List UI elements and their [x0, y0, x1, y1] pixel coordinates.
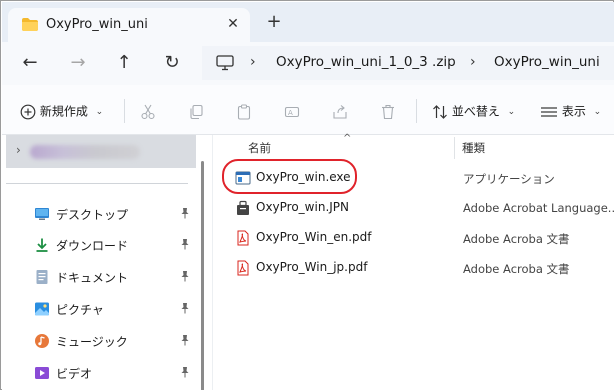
plus-circle-icon: [20, 104, 36, 119]
divider: [124, 99, 125, 123]
sidebar-item-label: デスクトップ: [56, 208, 129, 222]
breadcrumb-folder[interactable]: OxyPro_win_uni: [494, 54, 600, 70]
pin-icon[interactable]: [180, 270, 190, 282]
pin-icon[interactable]: [180, 302, 190, 314]
document-icon: [36, 270, 48, 284]
sort-button[interactable]: 並べ替え ⌄: [432, 101, 515, 121]
copy-icon: [190, 104, 203, 119]
clipboard-icon: [237, 103, 251, 120]
new-button[interactable]: 新規作成 ⌄: [20, 101, 103, 121]
sidebar-item-label: ビデオ: [56, 367, 93, 381]
scissors-icon: [141, 104, 155, 119]
redacted-label: [30, 145, 140, 159]
forward-arrow-icon[interactable]: →: [66, 52, 90, 74]
file-row[interactable]: OxyPro_Win_en.pdf Adobe Acroba 文書: [227, 225, 614, 251]
view-button[interactable]: 表示 ⌄: [540, 101, 601, 121]
divider: [416, 99, 417, 123]
file-type: Adobe Acroba 文書: [463, 232, 570, 246]
file-type: Adobe Acroba 文書: [463, 262, 570, 276]
file-type: アプリケーション: [463, 172, 555, 186]
file-name: OxyPro_Win_jp.pdf: [256, 260, 368, 274]
sidebar-item-videos[interactable]: ビデオ: [34, 362, 194, 386]
pin-icon[interactable]: [180, 207, 190, 219]
file-row[interactable]: OxyPro_Win_jp.pdf Adobe Acroba 文書: [227, 255, 614, 281]
up-arrow-icon[interactable]: ↑: [112, 52, 136, 74]
sort-caret-icon: ^: [343, 133, 352, 144]
file-name: OxyPro_Win_en.pdf: [256, 230, 372, 244]
sort-arrows-icon: [433, 104, 447, 119]
chevron-down-icon: ⌄: [593, 106, 602, 117]
paste-button[interactable]: [236, 101, 252, 121]
annotation-highlight: [222, 159, 357, 194]
file-name: OxyPro_win.JPN: [256, 200, 350, 214]
breadcrumb-separator-icon: ›: [250, 54, 256, 70]
pin-icon[interactable]: [180, 238, 190, 250]
pictures-icon: [35, 302, 49, 316]
sidebar-item-music[interactable]: ミュージック: [34, 330, 194, 354]
download-icon: [36, 238, 48, 252]
folder-icon: [22, 18, 38, 31]
pin-icon[interactable]: [180, 366, 190, 378]
address-bar[interactable]: › OxyPro_win_uni_1_0_3 .zip › OxyPro_win…: [202, 46, 614, 80]
column-header-name[interactable]: 名前: [248, 140, 271, 156]
sidebar-item-label: ピクチャ: [56, 303, 104, 317]
sidebar-item-label: ミュージック: [56, 335, 128, 349]
sidebar-item-desktop[interactable]: デスクトップ: [34, 203, 194, 227]
chevron-right-icon[interactable]: ›: [16, 143, 21, 157]
tab-oxypro[interactable]: OxyPro_win_uni ✕: [8, 8, 250, 43]
new-tab-icon[interactable]: +: [264, 12, 284, 32]
chevron-down-icon: ⌄: [507, 106, 516, 117]
video-icon: [35, 367, 49, 379]
close-tab-icon[interactable]: ✕: [224, 15, 242, 33]
column-divider[interactable]: [454, 137, 455, 159]
pin-icon[interactable]: [180, 334, 190, 346]
sidebar-item-label: ダウンロード: [56, 239, 129, 253]
svg-text:A: A: [288, 109, 293, 117]
cut-button[interactable]: [140, 101, 156, 121]
navigation-scrollbar[interactable]: [201, 161, 204, 390]
share-button[interactable]: [332, 101, 348, 121]
back-arrow-icon[interactable]: ←: [18, 52, 42, 74]
chevron-down-icon: ⌄: [95, 106, 104, 117]
navigation-pane: › デスクトップ ダウンロード ドキュメント ピクチャ ミュージック ビデオ: [2, 135, 212, 390]
desktop-icon: [35, 208, 49, 220]
column-header-type[interactable]: 種類: [462, 140, 485, 156]
sidebar-item-label: ドキュメント: [56, 271, 129, 285]
navigation-bar: ← → ↑ ↻ › OxyPro_win_uni_1_0_3 .zip › Ox…: [2, 42, 614, 85]
pdf-icon: [237, 260, 249, 276]
sidebar-item-redacted[interactable]: ›: [6, 135, 196, 168]
breadcrumb-separator-icon: ›: [470, 54, 476, 70]
sidebar-item-downloads[interactable]: ダウンロード: [34, 234, 194, 258]
tab-title: OxyPro_win_uni: [46, 17, 148, 32]
refresh-icon[interactable]: ↻: [160, 52, 184, 74]
command-bar: 新規作成 ⌄ A 並べ替え ⌄ 表示 ⌄: [2, 85, 614, 135]
pdf-icon: [237, 230, 249, 246]
monitor-icon: [216, 55, 234, 71]
copy-button[interactable]: [188, 101, 204, 121]
breadcrumb-zip[interactable]: OxyPro_win_uni_1_0_3 .zip: [276, 54, 456, 70]
sidebar-item-documents[interactable]: ドキュメント: [34, 266, 194, 290]
tab-bar: OxyPro_win_uni ✕ +: [2, 2, 614, 43]
divider: [6, 183, 188, 184]
explorer-window: OxyPro_win_uni ✕ + ← → ↑ ↻ › OxyPro_win_…: [0, 0, 614, 390]
share-icon: [333, 104, 347, 119]
file-type: Adobe Acrobat Language...: [463, 201, 614, 215]
file-row[interactable]: OxyPro_win.JPN Adobe Acrobat Language...: [227, 195, 614, 221]
trash-icon: [382, 104, 394, 119]
jpn-file-icon: [237, 200, 249, 215]
list-view-icon: [541, 106, 557, 117]
file-list: ^ 名前 種類 OxyPro_win.exe アプリケーション OxyPro_w…: [212, 133, 614, 390]
rename-button[interactable]: A: [284, 101, 300, 121]
music-icon: [35, 334, 49, 348]
delete-button[interactable]: [380, 101, 396, 121]
sidebar-item-pictures[interactable]: ピクチャ: [34, 298, 194, 322]
rename-icon: A: [284, 106, 300, 117]
